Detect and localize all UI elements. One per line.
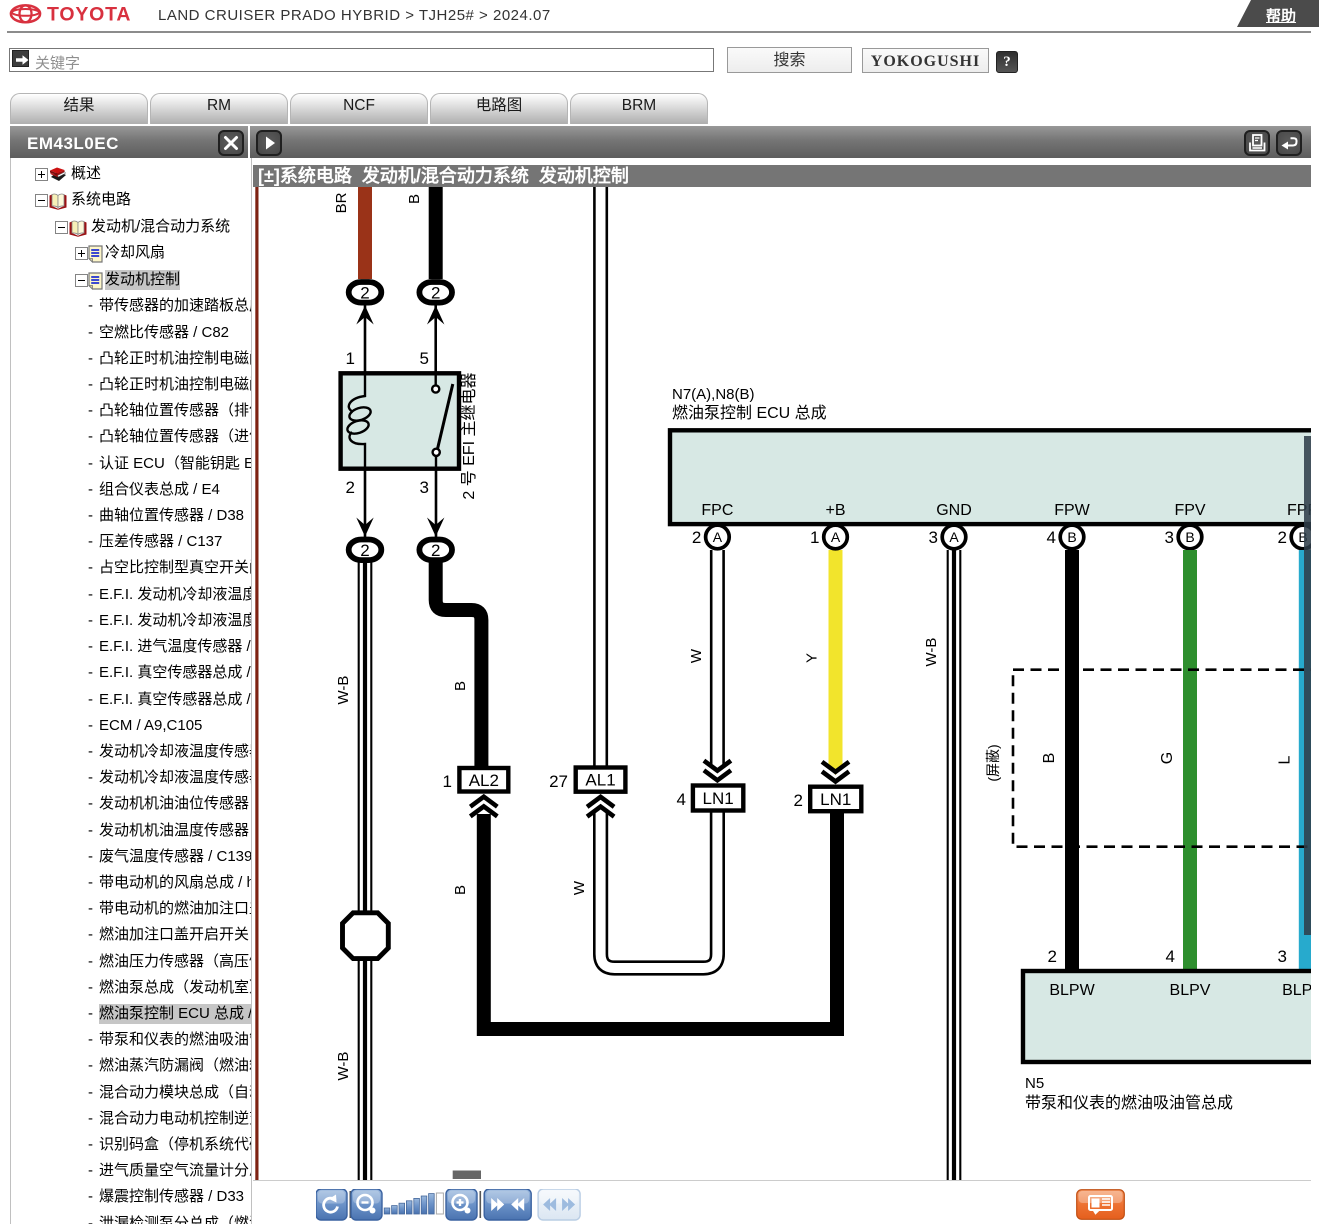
svg-text:燃油泵控制 ECU 总成: 燃油泵控制 ECU 总成 (672, 404, 827, 422)
svg-text:2: 2 (346, 478, 355, 497)
svg-text:3: 3 (420, 478, 429, 497)
svg-text:2 号 EFI 主继电器: 2 号 EFI 主继电器 (460, 372, 478, 499)
svg-text:BLPV: BLPV (1170, 982, 1211, 999)
svg-text:2: 2 (1048, 947, 1057, 966)
svg-text:AL2: AL2 (469, 771, 499, 790)
svg-text:FPC: FPC (701, 502, 733, 519)
svg-text:W: W (688, 648, 705, 663)
svg-text:G: G (1159, 752, 1176, 764)
svg-text:B: B (1041, 753, 1058, 764)
svg-text:2: 2 (794, 791, 803, 810)
svg-text:带泵和仪表的燃油吸油管总成: 带泵和仪表的燃油吸油管总成 (1025, 1094, 1233, 1112)
svg-text:27: 27 (549, 772, 568, 791)
svg-text:GND: GND (936, 502, 972, 519)
svg-text:Y: Y (803, 653, 820, 663)
svg-text:4: 4 (1047, 528, 1056, 547)
svg-text:W-B: W-B (335, 1052, 352, 1081)
svg-text:4: 4 (677, 790, 686, 809)
svg-text:2: 2 (360, 283, 369, 302)
svg-text:2: 2 (431, 283, 440, 302)
svg-text:5: 5 (420, 349, 429, 368)
svg-text:2: 2 (360, 541, 369, 560)
svg-text:+B: +B (825, 502, 845, 519)
svg-text:B: B (1067, 529, 1076, 545)
svg-text:1: 1 (443, 772, 452, 791)
svg-text:FPV: FPV (1174, 502, 1205, 519)
svg-text:W-B: W-B (923, 638, 940, 667)
svg-text:BLPR: BLPR (1282, 982, 1311, 999)
svg-text:3: 3 (1278, 947, 1287, 966)
svg-text:L: L (1277, 755, 1294, 764)
svg-text:(屏蔽): (屏蔽) (985, 744, 1001, 781)
svg-text:N7(A),N8(B): N7(A),N8(B) (672, 386, 755, 403)
svg-text:LN1: LN1 (820, 790, 851, 809)
svg-text:A: A (949, 529, 959, 545)
svg-text:2: 2 (692, 528, 701, 547)
svg-text:3: 3 (1165, 528, 1174, 547)
svg-text:3: 3 (929, 528, 938, 547)
svg-text:BLPW: BLPW (1049, 982, 1095, 999)
svg-text:1: 1 (810, 528, 819, 547)
svg-text:AL1: AL1 (585, 771, 615, 790)
svg-text:B: B (1185, 529, 1194, 545)
svg-text:B: B (452, 681, 469, 691)
svg-text:N5: N5 (1025, 1075, 1044, 1092)
svg-text:LN1: LN1 (703, 789, 734, 808)
svg-text:A: A (831, 529, 841, 545)
svg-text:2: 2 (1278, 528, 1287, 547)
svg-text:FPW: FPW (1054, 502, 1090, 519)
svg-text:1: 1 (346, 349, 355, 368)
svg-text:4: 4 (1166, 947, 1175, 966)
svg-text:A: A (713, 529, 723, 545)
svg-text:W: W (571, 880, 588, 895)
svg-text:B: B (452, 885, 469, 895)
svg-text:BR: BR (333, 192, 350, 213)
svg-text:TOYOTA: TOYOTA (47, 4, 131, 26)
svg-text:W-B: W-B (335, 676, 352, 705)
svg-text:B: B (406, 194, 423, 204)
svg-text:2: 2 (431, 541, 440, 560)
